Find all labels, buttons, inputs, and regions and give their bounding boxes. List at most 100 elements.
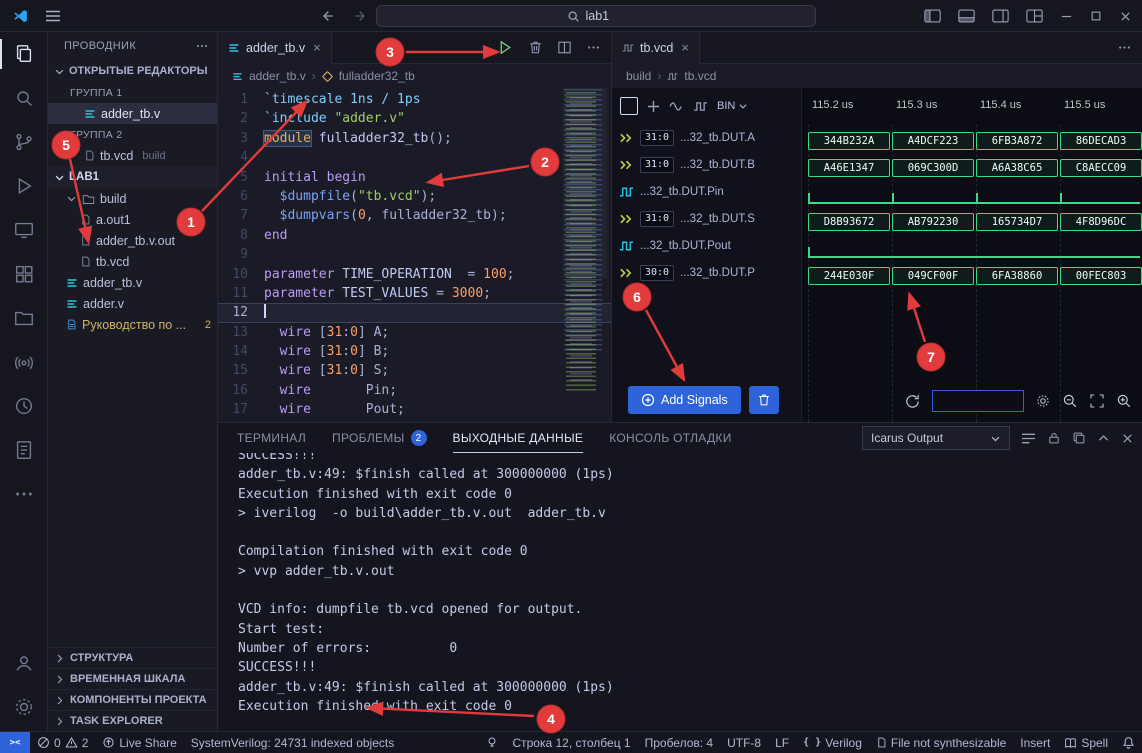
panel-tab[interactable]: ТЕРМИНАЛ — [237, 423, 306, 453]
explorer-icon[interactable] — [0, 32, 48, 76]
code-line[interactable]: 11parameter TEST_VALUES = 3000; — [218, 284, 611, 303]
code-line[interactable]: 2`include "adder.v" — [218, 109, 611, 128]
code-line[interactable]: 10parameter TIME_OPERATION = 100; — [218, 265, 611, 284]
workspace-root-header[interactable]: LAB1 — [48, 166, 217, 188]
more-views-icon[interactable] — [0, 472, 48, 516]
signal-name-row[interactable]: 31:0...32_tb.DUT.B — [612, 151, 801, 178]
clear-output-icon[interactable] — [1072, 431, 1086, 445]
signal-name-row[interactable]: 30:0...32_tb.DUT.P — [612, 259, 801, 286]
open-editors-group[interactable]: ГРУППА 2 — [48, 124, 217, 145]
layout-sidebar-left-icon[interactable] — [924, 9, 941, 23]
code-line[interactable]: 6 $dumpfile("tb.vcd"); — [218, 187, 611, 206]
code-editor[interactable]: 1`timescale 1ns / 1ps2`include "adder.v"… — [218, 88, 611, 422]
extensions-icon[interactable] — [0, 252, 48, 296]
lock-scroll-icon[interactable] — [1047, 431, 1061, 445]
code-line[interactable]: 9 — [218, 245, 611, 264]
wave-value-box[interactable]: A6A38C65 — [976, 159, 1058, 177]
search-sidebar-icon[interactable] — [0, 76, 48, 120]
tree-item[interactable]: adder_tb.v — [48, 272, 217, 293]
source-control-icon[interactable] — [0, 120, 48, 164]
code-line[interactable]: 1`timescale 1ns / 1ps — [218, 90, 611, 109]
signal-name-row[interactable]: 31:0...32_tb.DUT.S — [612, 205, 801, 232]
breadcrumb-folder[interactable]: build — [626, 69, 651, 83]
layout-customize-icon[interactable] — [1026, 9, 1043, 23]
code-line[interactable]: 5initial begin — [218, 168, 611, 187]
close-icon[interactable] — [1119, 10, 1132, 23]
word-wrap-icon[interactable] — [1021, 432, 1036, 445]
tree-item[interactable]: a.out1 — [48, 209, 217, 230]
indexer-status[interactable]: SystemVerilog: 24731 indexed objects — [184, 732, 401, 753]
code-line[interactable]: 12 — [218, 303, 611, 322]
signal-name-row[interactable]: ...32_tb.DUT.Pout — [612, 232, 801, 259]
back-icon[interactable] — [320, 9, 335, 23]
encoding-status[interactable]: UTF-8 — [720, 732, 768, 753]
code-line[interactable]: 13 wire [31:0] A; — [218, 323, 611, 342]
code-line[interactable]: 16 wire Pin; — [218, 381, 611, 400]
tree-item[interactable]: build — [48, 188, 217, 209]
notebook-icon[interactable] — [0, 428, 48, 472]
settings-gear-icon[interactable] — [0, 685, 48, 729]
wave-value-box[interactable]: 344B232A — [808, 132, 890, 150]
wave-value-box[interactable]: 86DECAD3 — [1060, 132, 1142, 150]
format-select[interactable]: BIN — [717, 100, 748, 112]
wave-value-box[interactable]: 049CF00F — [892, 267, 974, 285]
run-file-icon[interactable] — [497, 39, 514, 56]
wave-value-box[interactable]: C8AECC09 — [1060, 159, 1142, 177]
sidebar-section-структура[interactable]: СТРУКТУРА — [48, 647, 217, 668]
wave-style-icon[interactable] — [669, 101, 684, 112]
zoom-fit-icon[interactable] — [1089, 393, 1105, 409]
remote-indicator[interactable]: >< — [0, 732, 30, 753]
output-channel-select[interactable]: Icarus Output — [862, 426, 1010, 450]
wave-value-box[interactable]: 4F8D96DC — [1060, 213, 1142, 231]
plus-icon[interactable] — [647, 100, 660, 113]
output-console[interactable]: SUCCESS!!!adder_tb.v:49: $finish called … — [218, 453, 1142, 732]
layout-sidebar-right-icon[interactable] — [992, 9, 1009, 23]
wave-style-icon[interactable] — [693, 101, 708, 112]
synthesis-status[interactable]: File not synthesizable — [869, 732, 1013, 753]
waveform-row[interactable] — [802, 182, 1142, 209]
code-line[interactable]: 4 — [218, 148, 611, 167]
tree-item[interactable]: adder_tb.v.out — [48, 230, 217, 251]
trash-icon[interactable] — [528, 40, 543, 55]
waveform-area[interactable]: 115.2 us115.3 us115.4 us115.5 us 344B232… — [802, 88, 1142, 422]
sidebar-section-task-explorer[interactable]: TASK EXPLORER — [48, 710, 217, 731]
open-editors-header[interactable]: ОТКРЫТЫЕ РЕДАКТОРЫ — [48, 60, 217, 82]
tree-item[interactable]: Руководство по ...2 — [48, 314, 217, 335]
breadcrumb-symbol[interactable]: fulladder32_tb — [339, 69, 415, 83]
history-icon[interactable] — [0, 384, 48, 428]
code-line[interactable]: 14 wire [31:0] B; — [218, 342, 611, 361]
add-signals-button[interactable]: Add Signals — [628, 386, 741, 414]
color-swatch[interactable] — [620, 97, 638, 115]
tree-item[interactable]: tb.vcd — [48, 251, 217, 272]
refresh-icon[interactable] — [904, 393, 921, 410]
wave-value-box[interactable]: 165734D7 — [976, 213, 1058, 231]
breadcrumb-file[interactable]: adder_tb.v — [249, 69, 306, 83]
panel-close-icon[interactable] — [1121, 432, 1134, 445]
wave-value-box[interactable]: 069C300D — [892, 159, 974, 177]
split-editor-icon[interactable] — [557, 40, 572, 55]
tab-close-icon[interactable]: × — [313, 40, 321, 55]
signal-name-row[interactable]: 31:0...32_tb.DUT.A — [612, 124, 801, 151]
breadcrumb-file[interactable]: tb.vcd — [684, 69, 716, 83]
project-folder-icon[interactable] — [0, 296, 48, 340]
problems-status[interactable]: 0 2 — [30, 732, 95, 753]
account-icon[interactable] — [0, 641, 48, 685]
wave-value-box[interactable]: 244E030F — [808, 267, 890, 285]
insert-mode[interactable]: Insert — [1013, 732, 1057, 753]
code-line[interactable]: 3module fulladder32_tb(); — [218, 129, 611, 148]
menu-icon[interactable] — [45, 9, 61, 23]
notifications[interactable] — [1115, 732, 1142, 753]
ports-status[interactable] — [479, 732, 505, 753]
layout-panel-icon[interactable] — [958, 9, 975, 23]
tab-close-icon[interactable]: × — [681, 40, 689, 55]
panel-maximize-icon[interactable] — [1097, 432, 1110, 445]
panel-tab[interactable]: КОНСОЛЬ ОТЛАДКИ — [609, 423, 731, 453]
open-editor-item[interactable]: adder_tb.v — [48, 103, 217, 124]
remove-signals-button[interactable] — [749, 386, 779, 414]
wave-value-box[interactable]: A4DCF223 — [892, 132, 974, 150]
waveform-row[interactable] — [802, 236, 1142, 263]
code-line[interactable]: 17 wire Pout; — [218, 400, 611, 419]
live-share-icon[interactable] — [0, 340, 48, 384]
code-line[interactable]: 15 wire [31:0] S; — [218, 361, 611, 380]
wave-value-box[interactable]: AB792230 — [892, 213, 974, 231]
